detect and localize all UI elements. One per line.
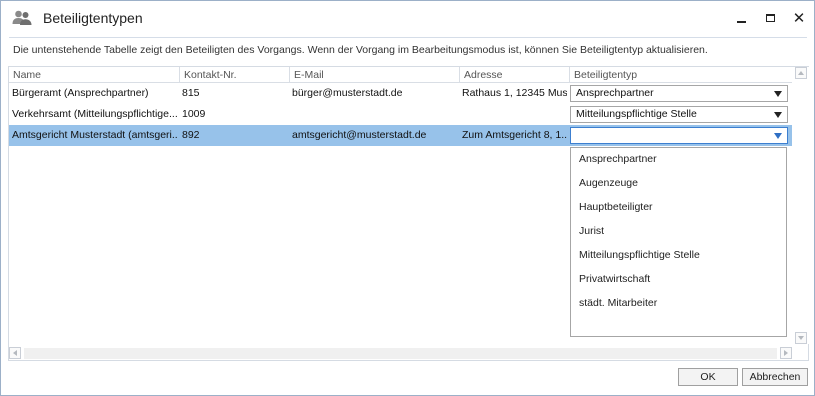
chevron-down-icon[interactable]	[774, 133, 782, 139]
cell-email: bürger@musterstadt.de	[292, 87, 403, 99]
dropdown-option[interactable]: Ansprechpartner	[579, 153, 657, 165]
scroll-right-button[interactable]	[780, 347, 792, 359]
scroll-left-button[interactable]	[9, 347, 21, 359]
beteiligtentyp-select-open[interactable]	[570, 127, 788, 144]
table-header: Name Kontakt-Nr. E-Mail Adresse Beteilig…	[9, 67, 792, 83]
chevron-down-icon[interactable]	[774, 112, 782, 118]
minimize-icon	[736, 20, 746, 23]
column-header-adresse[interactable]: Adresse	[459, 67, 569, 83]
description-text: Die untenstehende Tabelle zeigt den Bete…	[13, 44, 708, 56]
column-header-name[interactable]: Name	[9, 67, 179, 83]
column-header-beteiligtentyp[interactable]: Beteiligtentyp	[569, 67, 792, 83]
cell-adresse: Rathaus 1, 12345 Mus...	[462, 87, 567, 99]
chevron-down-icon[interactable]	[774, 91, 782, 97]
maximize-button[interactable]	[758, 7, 782, 29]
cell-adresse: Zum Amtsgericht 8, 1...	[462, 129, 567, 141]
cell-name: Verkehrsamt (Mitteilungspflichtige...	[12, 108, 177, 120]
participants-table: Name Kontakt-Nr. E-Mail Adresse Beteilig…	[8, 66, 809, 361]
dropdown-option[interactable]: Privatwirtschaft	[579, 273, 650, 285]
window-title: Beteiligtentypen	[43, 10, 143, 26]
ok-button[interactable]: OK	[678, 368, 738, 386]
horizontal-scrollbar[interactable]	[9, 347, 795, 360]
table-row[interactable]: Bürgeramt (Ansprechpartner) 815 bürger@m…	[9, 83, 792, 104]
cell-email	[289, 104, 457, 125]
close-icon: ✕	[792, 9, 806, 27]
cell-kontakt: 892	[182, 129, 200, 141]
arrow-down-icon	[798, 336, 804, 340]
arrow-up-icon	[798, 71, 804, 75]
beteiligtentyp-select[interactable]: Ansprechpartner	[570, 85, 788, 102]
dropdown-option[interactable]: Augenzeuge	[579, 177, 638, 189]
scroll-up-button[interactable]	[795, 67, 807, 79]
beteiligtentyp-dropdown-list: Ansprechpartner Augenzeuge Hauptbeteilig…	[570, 147, 787, 337]
cell-name: Bürgeramt (Ansprechpartner)	[12, 87, 149, 99]
table-row[interactable]: Verkehrsamt (Mitteilungspflichtige... 10…	[9, 104, 792, 125]
dropdown-option[interactable]: städt. Mitarbeiter	[579, 297, 657, 309]
cell-kontakt: 1009	[182, 108, 206, 120]
dropdown-option[interactable]: Mitteilungspflichtige Stelle	[579, 249, 700, 261]
cell-kontakt: 815	[182, 87, 200, 99]
dialog-window: Beteiligtentypen ✕ Die untenstehende Tab…	[0, 0, 815, 396]
cell-name: Amtsgericht Musterstadt (amtsgeri...	[12, 129, 177, 141]
column-header-kontakt[interactable]: Kontakt-Nr.	[179, 67, 289, 83]
maximize-icon	[765, 14, 775, 22]
cell-adresse	[459, 104, 567, 125]
column-header-email[interactable]: E-Mail	[289, 67, 459, 83]
minimize-button[interactable]	[729, 7, 753, 29]
title-bar: Beteiligtentypen ✕	[1, 1, 814, 35]
vertical-scrollbar[interactable]	[795, 67, 809, 344]
select-value: Mitteilungspflichtige Stelle	[576, 108, 697, 120]
table-row-selected[interactable]: Amtsgericht Musterstadt (amtsgeri... 892…	[9, 125, 792, 146]
beteiligtentyp-select[interactable]: Mitteilungspflichtige Stelle	[570, 106, 788, 123]
dropdown-option[interactable]: Hauptbeteiligter	[579, 201, 653, 213]
arrow-right-icon	[784, 350, 788, 356]
scroll-down-button[interactable]	[795, 332, 807, 344]
select-value: Ansprechpartner	[576, 87, 654, 99]
users-icon	[12, 9, 32, 27]
title-divider	[9, 37, 807, 38]
cell-email: amtsgericht@musterstadt.de	[292, 129, 427, 141]
arrow-left-icon	[13, 350, 17, 356]
close-button[interactable]: ✕	[787, 7, 811, 29]
scrollbar-track[interactable]	[24, 348, 777, 359]
dropdown-option[interactable]: Jurist	[579, 225, 604, 237]
cancel-button[interactable]: Abbrechen	[742, 368, 808, 386]
